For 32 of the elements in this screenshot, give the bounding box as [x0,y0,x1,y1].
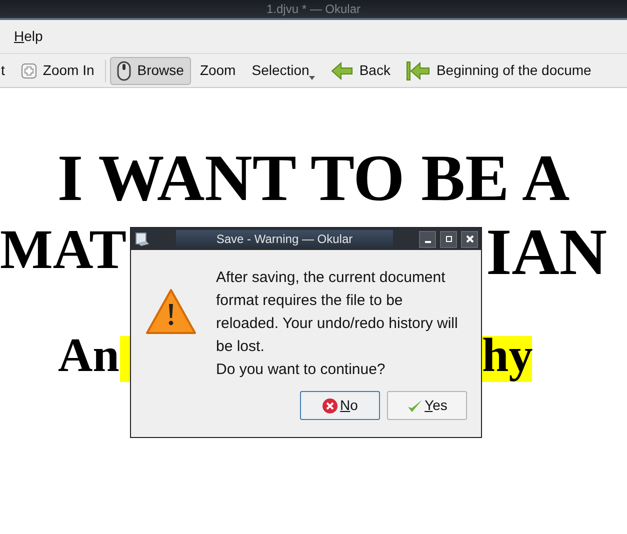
warning-icon [145,288,197,336]
maximize-icon[interactable] [440,230,457,248]
dialog-button[interactable]: Yes [387,391,467,420]
toolbar-button[interactable]: Beginning of the docume [399,56,598,84]
window-title: 1.djvu * — Okular [266,1,361,18]
toolbar-button[interactable]: Zoom In [14,56,102,84]
mouse-icon [117,60,132,80]
document-text: MAT [0,222,126,278]
button-label: Yes [424,396,448,415]
zoom-in-icon [20,62,37,78]
document-text: An [58,332,120,380]
menu-item[interactable]: Help [14,26,43,47]
toolbar-button[interactable]: Zoom [192,56,243,84]
toolbar-button[interactable]: Browse [110,56,191,84]
toolbar-button[interactable]: t [0,56,12,84]
document-text: I WANT TO BE A [56,146,571,212]
button-label: No [340,396,358,415]
left-arrow-icon [331,62,354,80]
dialog-title: Save - Warning — Okular [216,231,353,248]
dropdown-caret-icon [309,76,316,80]
toolbar-button[interactable]: Selection [244,56,322,84]
checkmark-icon [406,398,423,414]
toolbar-button[interactable]: Back [324,56,398,84]
document-text: IAN [486,220,608,286]
first-page-arrow-icon [406,60,430,80]
app-icon [134,231,150,247]
minimize-icon[interactable] [419,230,436,248]
close-icon[interactable] [461,230,478,248]
cancel-icon [322,398,338,414]
dialog-message: Do you want to continue? [216,360,386,380]
dialog-message: After saving, the current document format requires the file to be reloaded. Your undo/redo history will be lost. [216,268,459,357]
dialog-button[interactable]: No [300,391,380,420]
